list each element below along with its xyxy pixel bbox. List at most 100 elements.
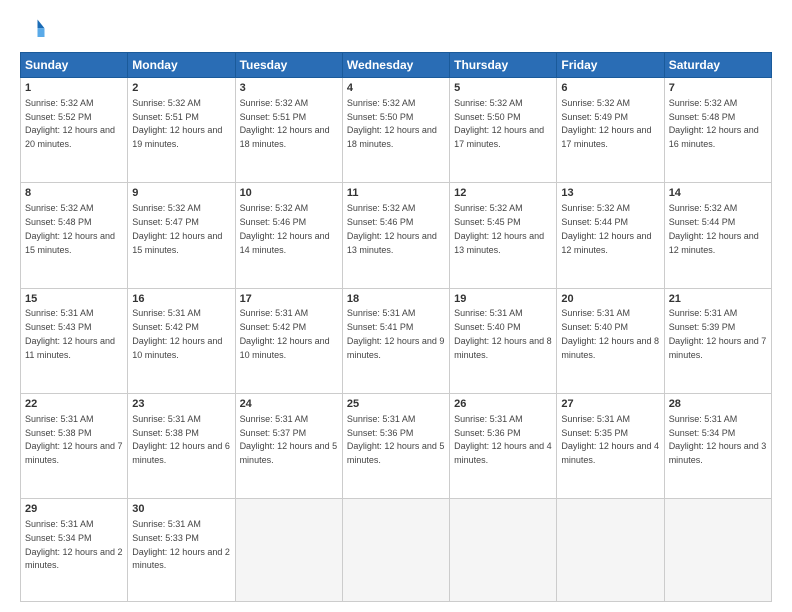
day-number: 26: [454, 397, 552, 412]
calendar-cell: [450, 499, 557, 602]
calendar-cell: 10Sunrise: 5:32 AMSunset: 5:46 PMDayligh…: [235, 183, 342, 288]
cell-info: Sunrise: 5:32 AMSunset: 5:51 PMDaylight:…: [240, 98, 330, 149]
header-day-sunday: Sunday: [21, 53, 128, 78]
day-number: 8: [25, 186, 123, 201]
cell-info: Sunrise: 5:31 AMSunset: 5:40 PMDaylight:…: [454, 308, 552, 359]
calendar-cell: [557, 499, 664, 602]
cell-info: Sunrise: 5:32 AMSunset: 5:44 PMDaylight:…: [561, 203, 651, 254]
calendar-cell: 29 Sunrise: 5:31 AMSunset: 5:34 PMDayligh…: [21, 499, 128, 602]
day-number: 27: [561, 397, 659, 412]
day-number: 14: [669, 186, 767, 201]
cell-info: Sunrise: 5:32 AMSunset: 5:46 PMDaylight:…: [240, 203, 330, 254]
day-number: 23: [132, 397, 230, 412]
day-number: 1: [25, 81, 123, 96]
cell-info: Sunrise: 5:31 AMSunset: 5:34 PMDaylight:…: [25, 519, 123, 570]
calendar-cell: 3Sunrise: 5:32 AMSunset: 5:51 PMDaylight…: [235, 78, 342, 183]
header: [20, 16, 772, 44]
calendar-cell: 6 Sunrise: 5:32 AMSunset: 5:49 PMDaylight…: [557, 78, 664, 183]
calendar-cell: 11 Sunrise: 5:32 AMSunset: 5:46 PMDayligh…: [342, 183, 449, 288]
calendar-cell: 13 Sunrise: 5:32 AMSunset: 5:44 PMDayligh…: [557, 183, 664, 288]
day-number: 11: [347, 186, 445, 201]
calendar-cell: 22 Sunrise: 5:31 AMSunset: 5:38 PMDayligh…: [21, 393, 128, 498]
calendar: SundayMondayTuesdayWednesdayThursdayFrid…: [20, 52, 772, 602]
header-day-friday: Friday: [557, 53, 664, 78]
header-day-monday: Monday: [128, 53, 235, 78]
calendar-header: SundayMondayTuesdayWednesdayThursdayFrid…: [21, 53, 772, 78]
day-number: 21: [669, 292, 767, 307]
calendar-cell: [664, 499, 771, 602]
cell-info: Sunrise: 5:32 AMSunset: 5:47 PMDaylight:…: [132, 203, 222, 254]
calendar-cell: 15Sunrise: 5:31 AMSunset: 5:43 PMDayligh…: [21, 288, 128, 393]
day-number: 16: [132, 292, 230, 307]
day-number: 22: [25, 397, 123, 412]
cell-info: Sunrise: 5:31 AMSunset: 5:34 PMDaylight:…: [669, 414, 767, 465]
calendar-cell: 21Sunrise: 5:31 AMSunset: 5:39 PMDayligh…: [664, 288, 771, 393]
calendar-cell: 5 Sunrise: 5:32 AMSunset: 5:50 PMDaylight…: [450, 78, 557, 183]
cell-info: Sunrise: 5:32 AMSunset: 5:46 PMDaylight:…: [347, 203, 437, 254]
day-number: 4: [347, 81, 445, 96]
calendar-cell: 4 Sunrise: 5:32 AMSunset: 5:50 PMDaylight…: [342, 78, 449, 183]
cell-info: Sunrise: 5:31 AMSunset: 5:36 PMDaylight:…: [347, 414, 445, 465]
cell-info: Sunrise: 5:31 AMSunset: 5:39 PMDaylight:…: [669, 308, 767, 359]
calendar-cell: 2 Sunrise: 5:32 AMSunset: 5:51 PMDaylight…: [128, 78, 235, 183]
logo: [20, 16, 52, 44]
calendar-cell: 9 Sunrise: 5:32 AMSunset: 5:47 PMDaylight…: [128, 183, 235, 288]
calendar-body: 1 Sunrise: 5:32 AMSunset: 5:52 PMDaylight…: [21, 78, 772, 602]
calendar-cell: 1 Sunrise: 5:32 AMSunset: 5:52 PMDaylight…: [21, 78, 128, 183]
day-number: 20: [561, 292, 659, 307]
calendar-cell: 24Sunrise: 5:31 AMSunset: 5:37 PMDayligh…: [235, 393, 342, 498]
calendar-cell: 23Sunrise: 5:31 AMSunset: 5:38 PMDayligh…: [128, 393, 235, 498]
week-row-1: 1 Sunrise: 5:32 AMSunset: 5:52 PMDaylight…: [21, 78, 772, 183]
day-number: 25: [347, 397, 445, 412]
cell-info: Sunrise: 5:31 AMSunset: 5:36 PMDaylight:…: [454, 414, 552, 465]
cell-info: Sunrise: 5:31 AMSunset: 5:42 PMDaylight:…: [132, 308, 222, 359]
cell-info: Sunrise: 5:32 AMSunset: 5:45 PMDaylight:…: [454, 203, 544, 254]
day-number: 19: [454, 292, 552, 307]
calendar-cell: 18Sunrise: 5:31 AMSunset: 5:41 PMDayligh…: [342, 288, 449, 393]
calendar-cell: 30 Sunrise: 5:31 AMSunset: 5:33 PMDayligh…: [128, 499, 235, 602]
cell-info: Sunrise: 5:31 AMSunset: 5:38 PMDaylight:…: [25, 414, 123, 465]
cell-info: Sunrise: 5:31 AMSunset: 5:33 PMDaylight:…: [132, 519, 230, 570]
header-day-tuesday: Tuesday: [235, 53, 342, 78]
week-row-2: 8 Sunrise: 5:32 AMSunset: 5:48 PMDaylight…: [21, 183, 772, 288]
cell-info: Sunrise: 5:32 AMSunset: 5:50 PMDaylight:…: [347, 98, 437, 149]
cell-info: Sunrise: 5:32 AMSunset: 5:52 PMDaylight:…: [25, 98, 115, 149]
day-number: 29: [25, 502, 123, 517]
day-number: 12: [454, 186, 552, 201]
cell-info: Sunrise: 5:32 AMSunset: 5:44 PMDaylight:…: [669, 203, 759, 254]
day-number: 13: [561, 186, 659, 201]
calendar-cell: 16Sunrise: 5:31 AMSunset: 5:42 PMDayligh…: [128, 288, 235, 393]
calendar-cell: 25 Sunrise: 5:31 AMSunset: 5:36 PMDayligh…: [342, 393, 449, 498]
day-number: 9: [132, 186, 230, 201]
day-number: 15: [25, 292, 123, 307]
day-number: 7: [669, 81, 767, 96]
header-row: SundayMondayTuesdayWednesdayThursdayFrid…: [21, 53, 772, 78]
page: SundayMondayTuesdayWednesdayThursdayFrid…: [0, 0, 792, 612]
day-number: 18: [347, 292, 445, 307]
day-number: 5: [454, 81, 552, 96]
cell-info: Sunrise: 5:31 AMSunset: 5:41 PMDaylight:…: [347, 308, 445, 359]
week-row-4: 22 Sunrise: 5:31 AMSunset: 5:38 PMDayligh…: [21, 393, 772, 498]
cell-info: Sunrise: 5:32 AMSunset: 5:51 PMDaylight:…: [132, 98, 222, 149]
header-day-saturday: Saturday: [664, 53, 771, 78]
day-number: 17: [240, 292, 338, 307]
calendar-cell: 12 Sunrise: 5:32 AMSunset: 5:45 PMDayligh…: [450, 183, 557, 288]
calendar-cell: 28 Sunrise: 5:31 AMSunset: 5:34 PMDayligh…: [664, 393, 771, 498]
header-day-wednesday: Wednesday: [342, 53, 449, 78]
cell-info: Sunrise: 5:32 AMSunset: 5:50 PMDaylight:…: [454, 98, 544, 149]
cell-info: Sunrise: 5:31 AMSunset: 5:40 PMDaylight:…: [561, 308, 659, 359]
calendar-cell: 27Sunrise: 5:31 AMSunset: 5:35 PMDayligh…: [557, 393, 664, 498]
day-number: 30: [132, 502, 230, 517]
header-day-thursday: Thursday: [450, 53, 557, 78]
cell-info: Sunrise: 5:31 AMSunset: 5:37 PMDaylight:…: [240, 414, 338, 465]
week-row-3: 15Sunrise: 5:31 AMSunset: 5:43 PMDayligh…: [21, 288, 772, 393]
day-number: 2: [132, 81, 230, 96]
cell-info: Sunrise: 5:32 AMSunset: 5:48 PMDaylight:…: [25, 203, 115, 254]
calendar-cell: 26 Sunrise: 5:31 AMSunset: 5:36 PMDayligh…: [450, 393, 557, 498]
cell-info: Sunrise: 5:32 AMSunset: 5:49 PMDaylight:…: [561, 98, 651, 149]
day-number: 6: [561, 81, 659, 96]
day-number: 28: [669, 397, 767, 412]
calendar-cell: 19Sunrise: 5:31 AMSunset: 5:40 PMDayligh…: [450, 288, 557, 393]
cell-info: Sunrise: 5:32 AMSunset: 5:48 PMDaylight:…: [669, 98, 759, 149]
calendar-cell: 14 Sunrise: 5:32 AMSunset: 5:44 PMDayligh…: [664, 183, 771, 288]
